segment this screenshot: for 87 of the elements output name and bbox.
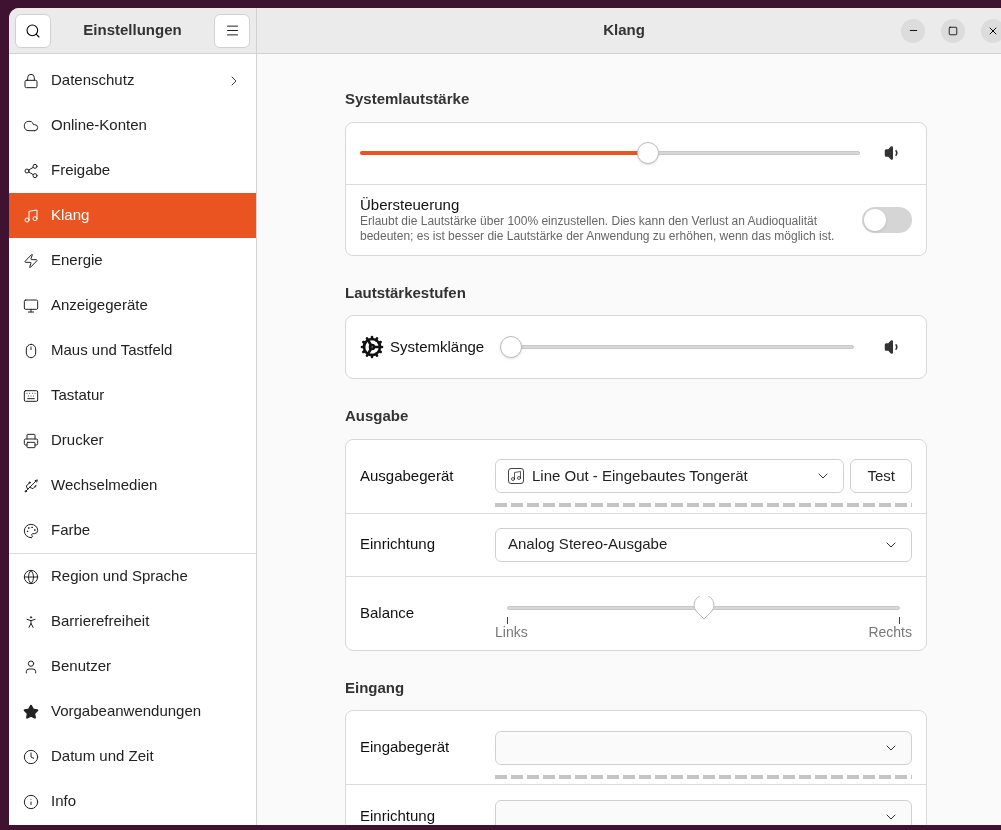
search-button[interactable] (15, 13, 51, 48)
clock-icon (23, 748, 39, 765)
globe-icon (23, 568, 39, 585)
volume-slider[interactable] (500, 336, 854, 358)
dropdown[interactable]: Analog Stereo-Ausgabe (495, 527, 912, 562)
share-icon (23, 162, 39, 179)
dropdown[interactable] (495, 730, 912, 765)
sidebar-item[interactable]: Wechselmedien (9, 463, 256, 508)
mouse-icon (23, 342, 39, 359)
sidebar-item[interactable]: Anzeigegeräte (9, 283, 256, 328)
lock-icon (23, 72, 39, 89)
sidebar-label: Info (51, 791, 78, 812)
section-heading: Lautstärkestufen (345, 282, 467, 303)
sidebar-label: Barrierefreiheit (51, 611, 151, 632)
sidebar-item[interactable]: Benutzer (9, 644, 256, 689)
sidebar-item[interactable]: Farbe (9, 508, 256, 553)
setting-description: Erlaubt die Lautstärke über 100% einzustellen. Dies kann den Verlust an Audioqualität bedeuten; es ist besser die Lautstärke der Anwendung zu erhöhen, wenn das möglich ist. (360, 213, 836, 244)
menu-button[interactable] (214, 13, 250, 48)
star-icon (23, 703, 39, 720)
palette-icon (23, 522, 39, 539)
music-note-icon (23, 207, 39, 224)
sidebar-label: Tastatur (51, 385, 106, 406)
lightning-icon (23, 252, 39, 269)
maximize-button[interactable] (941, 18, 965, 43)
section-heading: Ausgabe (345, 406, 410, 426)
monitor-icon (23, 297, 39, 314)
sidebar-item[interactable]: Region und Sprache (9, 554, 256, 599)
sidebar-label: Farbe (51, 520, 92, 541)
menu-icon (224, 23, 240, 38)
toggle-switch[interactable] (862, 206, 912, 233)
sidebar-label: Region und Sprache (51, 566, 189, 587)
maximize-icon (948, 25, 958, 36)
row-label: Systemklänge (390, 336, 485, 357)
sidebar-label: Datum und Zeit (51, 746, 155, 767)
search-icon (25, 22, 41, 39)
usb-icon (23, 477, 39, 494)
slider-thumb[interactable] (692, 595, 715, 620)
section-heading: Eingang (345, 677, 406, 698)
info-icon (23, 793, 39, 810)
slider-thumb[interactable] (500, 336, 523, 358)
sidebar-title: Einstellungen (82, 20, 183, 41)
sidebar-item[interactable]: Maus und Tastfeld (9, 328, 256, 373)
sidebar-label: Anzeigegeräte (51, 295, 149, 316)
minimize-button[interactable] (901, 18, 925, 43)
dropdown[interactable]: Line Out - Eingebautes Tongerät (495, 459, 845, 493)
sidebar-label: Freigabe (51, 160, 112, 181)
row-label: Ausgabegerät (360, 465, 455, 486)
sidebar-label: Energie (51, 250, 104, 271)
sidebar-item[interactable]: Online-Konten (9, 103, 256, 148)
dropdown[interactable] (495, 799, 912, 825)
sidebar-label: Klang (51, 205, 91, 226)
sidebar-label: Maus und Tastfeld (51, 340, 174, 361)
window-title: Klang (602, 20, 646, 41)
sidebar-item[interactable]: Vorgabeanwendungen (9, 689, 256, 734)
scale-label: Rechts (868, 622, 912, 642)
gear-icon (360, 335, 384, 359)
person-icon (23, 613, 39, 630)
test-button[interactable]: Test (850, 459, 912, 493)
music-note-icon (508, 468, 524, 484)
sidebar-item[interactable]: Tastatur (9, 373, 256, 418)
printer-icon (23, 432, 39, 449)
sidebar-item[interactable]: Drucker (9, 418, 256, 463)
scale-label: Links (495, 622, 528, 642)
sidebar-label: Vorgabeanwendungen (51, 701, 203, 722)
section-heading: Systemlautstärke (345, 89, 471, 109)
sidebar-item[interactable]: Datenschutz (9, 58, 256, 103)
sidebar-item[interactable]: Freigabe (9, 148, 256, 193)
sidebar-label: Datenschutz (51, 70, 136, 91)
close-button[interactable] (981, 18, 1001, 43)
sidebar-label: Wechselmedien (51, 475, 159, 496)
sidebar-label: Benutzer (51, 656, 113, 677)
volume-slider[interactable] (360, 142, 860, 164)
row-label: Eingabegerät (360, 737, 451, 758)
sidebar-item[interactable]: Energie (9, 238, 256, 283)
sidebar-item[interactable]: Datum und Zeit (9, 734, 256, 779)
sidebar-label: Online-Konten (51, 115, 148, 136)
sidebar-item[interactable]: Barrierefreiheit (9, 599, 256, 644)
sidebar-item[interactable]: Info (9, 779, 256, 824)
keyboard-icon (23, 387, 39, 404)
slider-thumb[interactable] (637, 142, 660, 164)
row-label: Einrichtung (360, 806, 437, 825)
sidebar-item[interactable]: Klang (9, 193, 256, 238)
setting-title: Übersteuerung (360, 195, 461, 214)
row-label: Balance (360, 602, 416, 623)
sidebar-label: Drucker (51, 430, 105, 451)
user-icon (23, 658, 39, 675)
row-label: Einrichtung (360, 534, 437, 555)
